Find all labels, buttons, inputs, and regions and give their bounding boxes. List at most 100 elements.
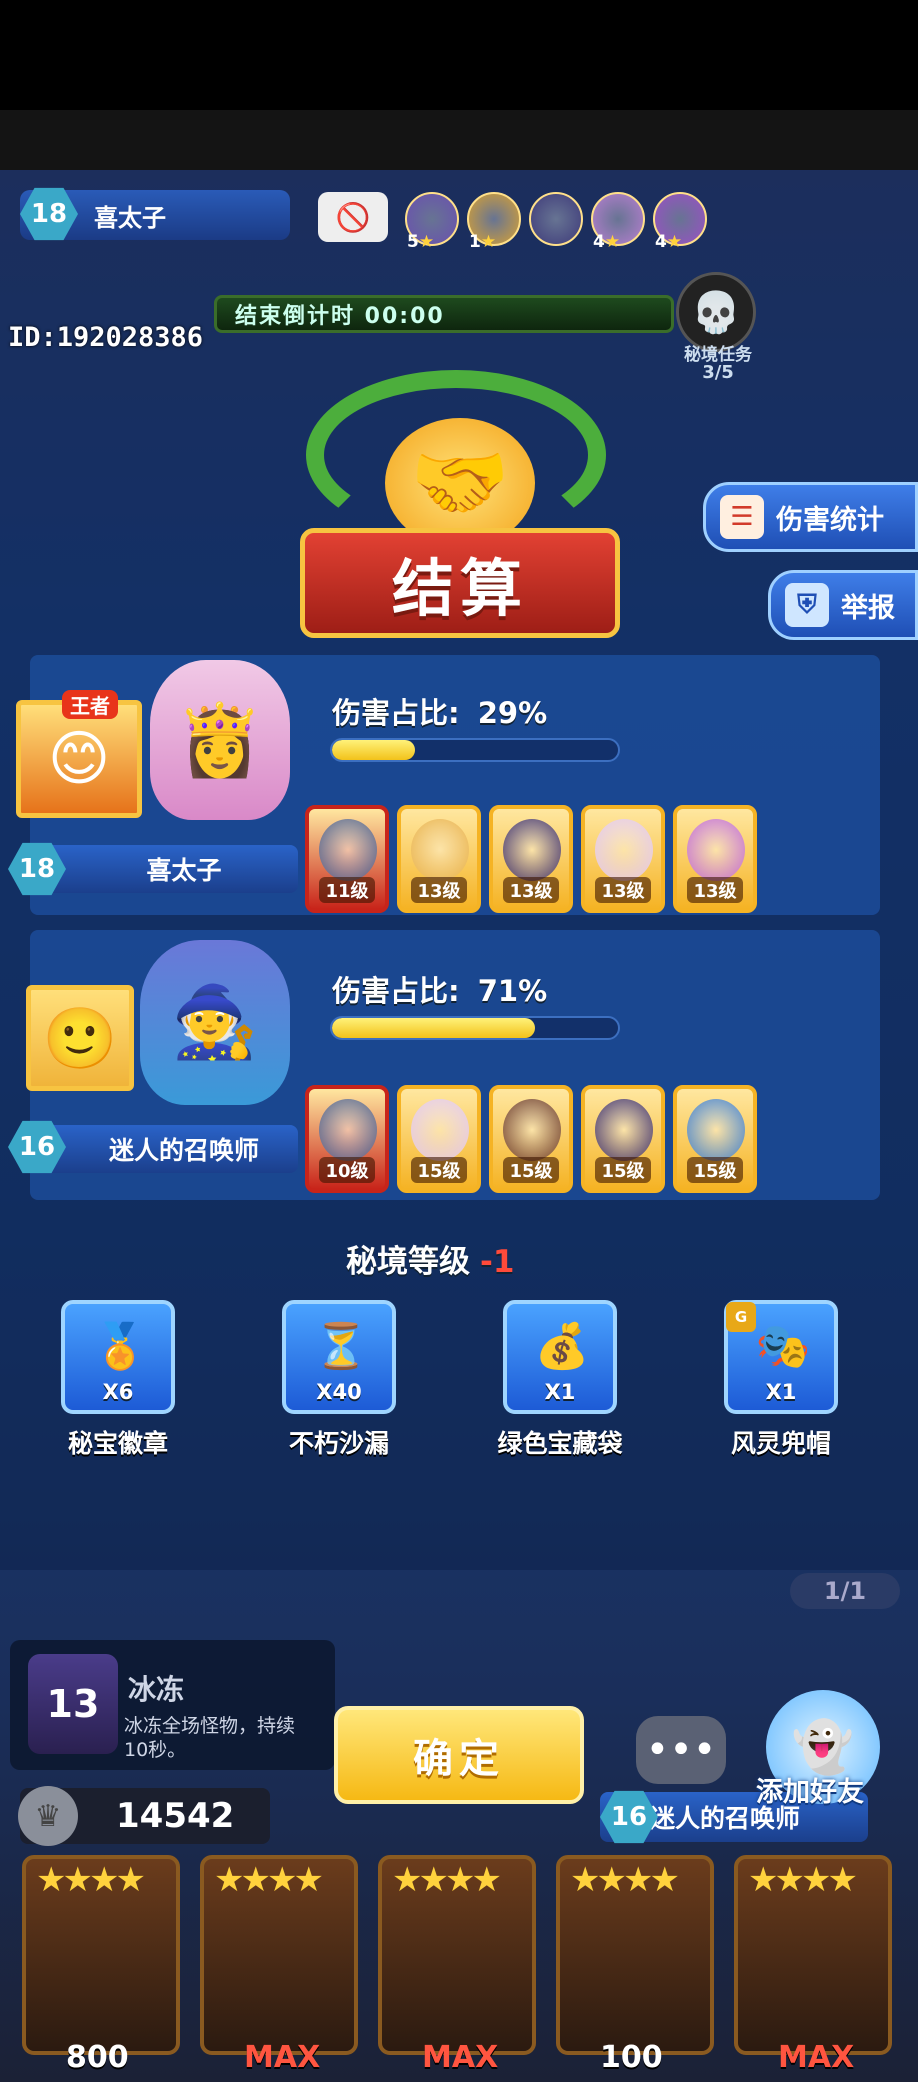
reward-icon: 🏅 bbox=[92, 1321, 148, 1372]
grade-badge: G bbox=[726, 1302, 756, 1332]
reward-icon: ⏳ bbox=[313, 1321, 369, 1372]
damage-label: 伤害占比: bbox=[332, 974, 460, 1008]
team-hero-stars: 1★ bbox=[469, 232, 497, 252]
king-badge: 王者 bbox=[62, 690, 118, 719]
player-2-avatar: 🙂 bbox=[26, 985, 134, 1091]
hero-level: 10级 bbox=[319, 1157, 375, 1183]
hero-card[interactable]: 10级 bbox=[305, 1085, 389, 1193]
player-1-name-plate: 喜太子 bbox=[30, 845, 298, 893]
hero-card[interactable]: 15级 bbox=[489, 1085, 573, 1193]
deck-hero-stars: ★★★★ bbox=[36, 1860, 146, 1900]
reward-icon: 🎭 bbox=[755, 1321, 811, 1372]
report-button[interactable]: ⛨ 举报 bbox=[768, 570, 918, 640]
chat-icon[interactable]: ••• bbox=[636, 1716, 726, 1784]
player-2-character: 🧙 bbox=[140, 940, 290, 1105]
hero-portrait bbox=[595, 1099, 653, 1161]
reward-name: 不朽沙漏 bbox=[288, 1429, 389, 1458]
hero-portrait bbox=[319, 819, 377, 881]
deck-hero-stars: ★★★★ bbox=[748, 1860, 858, 1900]
player-1-character: 👸 bbox=[150, 660, 290, 820]
reward-count: X6 bbox=[102, 1380, 134, 1404]
hero-level: 15级 bbox=[503, 1157, 559, 1183]
team-hero-stars: 5★ bbox=[407, 232, 435, 252]
hero-level: 15级 bbox=[595, 1157, 651, 1183]
deck-hero-stars: ★★★★ bbox=[214, 1860, 324, 1900]
reward-count: X40 bbox=[316, 1380, 362, 1404]
hero-level: 13级 bbox=[411, 877, 467, 903]
realm-level-label: 秘境等级 bbox=[346, 1244, 470, 1280]
status-bar-area bbox=[0, 0, 918, 110]
damage-ratio-row-2: 伤害占比: 71% bbox=[332, 968, 547, 1010]
reward-item[interactable]: 🏅 X6 bbox=[61, 1300, 175, 1414]
hero-portrait bbox=[411, 1099, 469, 1161]
deck-hero-stars: ★★★★ bbox=[570, 1860, 680, 1900]
reward-name: 秘宝徽章 bbox=[67, 1429, 168, 1458]
hero-portrait bbox=[503, 819, 561, 881]
deck-hero-cost: MAX bbox=[778, 2040, 855, 2075]
damage-bar-2 bbox=[330, 1016, 620, 1040]
damage-bar-fill bbox=[332, 1018, 536, 1038]
hero-level: 15级 bbox=[687, 1157, 743, 1183]
hero-level: 13级 bbox=[595, 877, 651, 903]
reward-item[interactable]: 🎭 X1 G bbox=[724, 1300, 838, 1414]
damage-ratio-row-1: 伤害占比: 29% bbox=[332, 690, 547, 732]
boss-task-progress: 3/5 bbox=[702, 362, 734, 383]
shield-icon: ⛨ bbox=[785, 583, 829, 627]
skill-name: 冰冻 bbox=[128, 1673, 185, 1706]
hero-card[interactable]: 13级 bbox=[489, 805, 573, 913]
player-1-name: 喜太子 bbox=[146, 856, 222, 885]
deck-hero-cost: MAX bbox=[422, 2040, 499, 2075]
hero-level: 15级 bbox=[411, 1157, 467, 1183]
confirm-button[interactable]: 确定 bbox=[334, 1706, 584, 1804]
wave-indicator: 1/1 bbox=[790, 1573, 900, 1609]
reward-item[interactable]: ⏳ X40 bbox=[282, 1300, 396, 1414]
player-name: 喜太子 bbox=[94, 203, 166, 232]
deck-hero-stars: ★★★★ bbox=[392, 1860, 502, 1900]
hero-portrait bbox=[319, 1099, 377, 1161]
damage-stats-button[interactable]: ☰ 伤害统计 bbox=[703, 482, 918, 552]
hero-portrait bbox=[503, 1099, 561, 1161]
hero-level: 13级 bbox=[687, 877, 743, 903]
hero-card[interactable]: 15级 bbox=[581, 1085, 665, 1193]
hero-portrait bbox=[411, 819, 469, 881]
reward-item[interactable]: 💰 X1 bbox=[503, 1300, 617, 1414]
secret-realm-level: 秘境等级 -1 bbox=[346, 1236, 514, 1281]
hero-level: 13级 bbox=[503, 877, 559, 903]
reward-count: X1 bbox=[765, 1380, 797, 1404]
damage-value: 29% bbox=[477, 696, 548, 730]
player-id: ID:192028386 bbox=[8, 322, 204, 353]
damage-bar-1 bbox=[330, 738, 620, 762]
hero-card[interactable]: 13级 bbox=[581, 805, 665, 913]
deck-hero-cost: 100 bbox=[600, 2040, 663, 2075]
reward-icon: 💰 bbox=[534, 1321, 590, 1372]
hero-card[interactable]: 15级 bbox=[673, 1085, 757, 1193]
damage-bar-fill bbox=[332, 740, 415, 760]
reward-name: 风灵兜帽 bbox=[730, 1429, 831, 1458]
hero-portrait bbox=[687, 1099, 745, 1161]
team-hero-stars: 4★ bbox=[593, 232, 621, 252]
reward-name: 绿色宝藏袋 bbox=[497, 1429, 623, 1458]
reward-count: X1 bbox=[544, 1380, 576, 1404]
hero-card[interactable]: 13级 bbox=[673, 805, 757, 913]
damage-label: 伤害占比: bbox=[332, 696, 460, 730]
no-entry-icon[interactable]: 🚫 bbox=[318, 192, 388, 242]
stats-list-icon: ☰ bbox=[720, 495, 764, 539]
countdown-timer: 结束倒计时 00:00 bbox=[214, 295, 674, 333]
realm-level-change: -1 bbox=[480, 1244, 515, 1280]
skill-level: 13 bbox=[28, 1654, 118, 1754]
crown-coin-icon: ♛ bbox=[18, 1786, 78, 1846]
result-title: 结算 bbox=[300, 528, 620, 638]
team-hero-stars: 4★ bbox=[655, 232, 683, 252]
player-2-name: 迷人的召唤师 bbox=[108, 1136, 259, 1165]
hero-portrait bbox=[687, 819, 745, 881]
hero-card[interactable]: 15级 bbox=[397, 1085, 481, 1193]
top-strip bbox=[0, 110, 918, 170]
hero-card[interactable]: 13级 bbox=[397, 805, 481, 913]
player-2-name-plate: 迷人的召唤师 bbox=[30, 1125, 298, 1173]
team-hero-icon bbox=[529, 192, 583, 246]
skill-description: 冰冻全场怪物，持续10秒。 bbox=[124, 1715, 296, 1761]
hero-card[interactable]: 11级 bbox=[305, 805, 389, 913]
deck-hero-cost: MAX bbox=[244, 2040, 321, 2075]
add-friend-label[interactable]: 添加好友 bbox=[756, 1770, 864, 1809]
deck-hero-cost: 800 bbox=[66, 2040, 129, 2075]
